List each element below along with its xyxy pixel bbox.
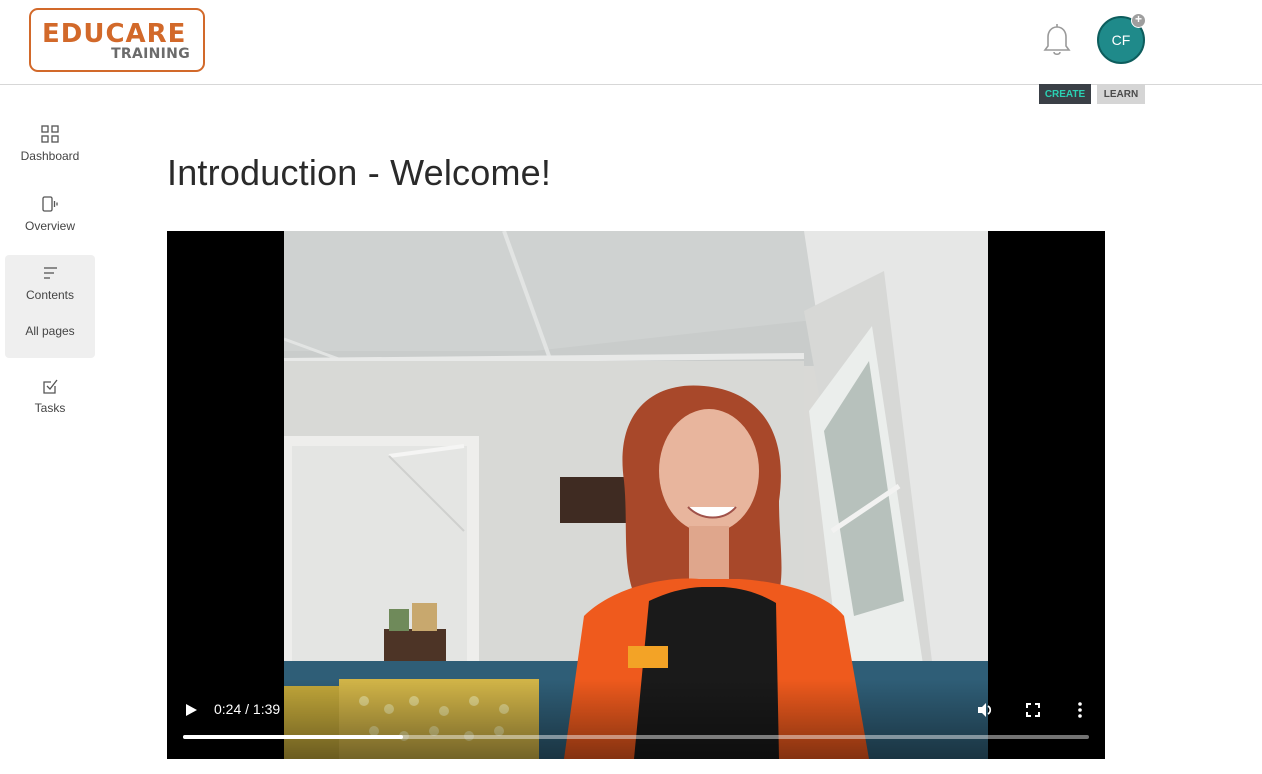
overview-icon: [42, 196, 58, 212]
top-header: EDUCARE TRAINING CF +: [0, 0, 1262, 85]
sidebar-item-tasks[interactable]: Tasks: [5, 377, 95, 427]
add-account-icon[interactable]: +: [1131, 13, 1146, 28]
sidebar-item-label: Overview: [24, 219, 75, 233]
contents-icon: [44, 267, 57, 279]
create-mode-button[interactable]: CREATE: [1039, 84, 1091, 104]
learn-mode-button[interactable]: LEARN: [1097, 84, 1145, 104]
sidebar-item-label: Tasks: [34, 401, 66, 415]
video-time: 0:24 / 1:39: [214, 701, 281, 717]
task-check-icon: [43, 379, 58, 394]
avatar-initials: CF: [1111, 32, 1131, 48]
play-icon[interactable]: [183, 701, 199, 719]
sidebar-item-dashboard[interactable]: Dashboard: [5, 124, 95, 174]
video-controls-shade: [167, 679, 1105, 759]
sidebar-subitem-all-pages[interactable]: All pages: [5, 324, 95, 338]
volume-icon[interactable]: [975, 700, 995, 720]
sidebar-item-contents[interactable]: Contents All pages: [5, 255, 95, 358]
educare-logo[interactable]: EDUCARE TRAINING: [29, 8, 205, 72]
more-options-icon[interactable]: [1072, 701, 1088, 719]
video-progress-bar[interactable]: [183, 735, 1089, 739]
logo-wordmark: EDUCARE: [42, 19, 187, 49]
logo-subtitle: TRAINING: [111, 46, 190, 62]
video-progress-fill: [183, 735, 403, 739]
bell-icon[interactable]: [1039, 22, 1075, 58]
page-title: Introduction - Welcome!: [167, 152, 552, 193]
sidebar-item-label: Dashboard: [20, 149, 80, 163]
video-player[interactable]: 0:24 / 1:39: [167, 231, 1105, 759]
fullscreen-icon[interactable]: [1024, 701, 1042, 719]
sidebar-item-label: Contents: [25, 288, 75, 302]
grid-icon: [41, 125, 59, 143]
sidebar-item-overview[interactable]: Overview: [5, 194, 95, 244]
